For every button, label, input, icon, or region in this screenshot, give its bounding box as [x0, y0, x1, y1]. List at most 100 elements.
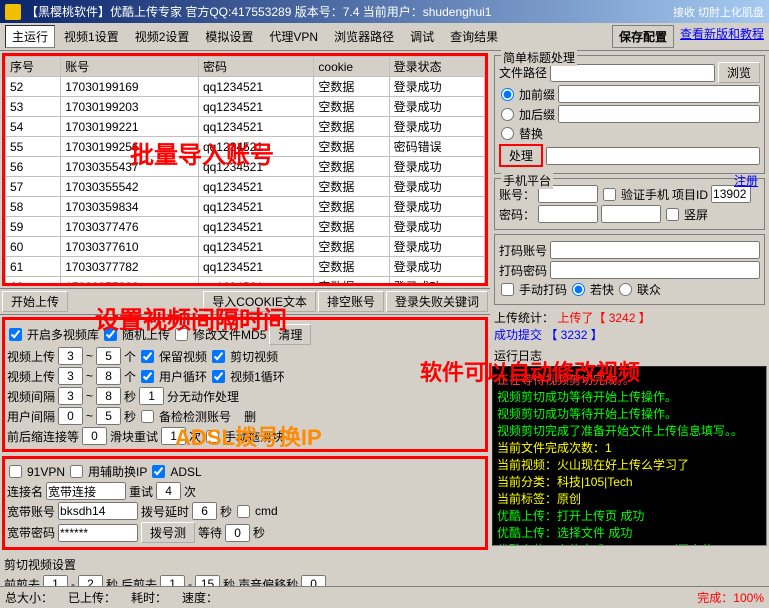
tab-debug[interactable]: 调试	[403, 25, 441, 48]
fw-input[interactable]	[82, 427, 107, 445]
ui1-input[interactable]	[58, 407, 83, 425]
bbacc-input[interactable]	[58, 502, 138, 520]
tab-browser[interactable]: 浏览器路径	[327, 25, 401, 48]
log-line: 视频剪切成功等待开始上传操作。	[497, 405, 762, 422]
v1loop-check[interactable]	[212, 370, 225, 383]
log-line: 当前分类：科技|105|Tech	[497, 473, 762, 490]
phone-pwd-input[interactable]	[538, 205, 598, 223]
dd-input[interactable]	[192, 502, 217, 520]
toolbar2: 开始上传 导入COOKIE文本 排空账号 登录失败关键词	[0, 288, 490, 315]
front-input[interactable]	[558, 85, 760, 103]
verify-check[interactable]	[603, 188, 616, 201]
wait-input[interactable]	[225, 524, 250, 542]
bbpwd-input[interactable]	[58, 524, 138, 542]
adsl-check[interactable]	[152, 465, 165, 478]
log-line: 优酷上传：上传完成 2.67 MB/s （已上传：37.08 MB/37.08 …	[497, 541, 762, 546]
process-input[interactable]	[546, 147, 760, 165]
clear-button[interactable]: 清理	[269, 324, 311, 345]
blank-account-button[interactable]: 排空账号	[318, 291, 384, 312]
cmd-check[interactable]	[237, 505, 250, 518]
dama-acc-input[interactable]	[550, 241, 760, 259]
v2-input[interactable]	[96, 347, 121, 365]
tab-sim[interactable]: 模拟设置	[198, 25, 260, 48]
log-line: 视频剪切完成了准备开始文件上传信息填写。。	[497, 422, 762, 439]
tab-query[interactable]: 查询结果	[443, 25, 505, 48]
backup-check[interactable]	[141, 410, 154, 423]
table-row[interactable]: 5517030199256qq1234521空数据密码错误	[6, 137, 485, 157]
table-row[interactable]: 5417030199221qq1234521空数据登录成功	[6, 117, 485, 137]
table-row[interactable]: 5217030199169qq1234521空数据登录成功	[6, 77, 485, 97]
table-row[interactable]: 5717030355542qq1234521空数据登录成功	[6, 177, 485, 197]
process-button[interactable]: 处理	[499, 144, 543, 167]
filepath-input[interactable]	[550, 64, 715, 82]
accounts-table-wrap[interactable]: 序号账号密码cookie登录状态 5217030199169qq1234521空…	[2, 53, 488, 286]
table-row[interactable]: 6217030377883qq1234521空数据登录成功	[6, 277, 485, 287]
table-row[interactable]: 6017030377610qq1234521空数据登录成功	[6, 237, 485, 257]
log-line: 视频剪切成功等待开始上传操作。	[497, 388, 762, 405]
keep-check[interactable]	[141, 350, 154, 363]
vpn91-check[interactable]	[9, 465, 22, 478]
titlebar: 【黑樱桃软件】优酷上传专家 官方QQ:417553289 版本号：7.4 当前用…	[0, 0, 769, 23]
tab-video2[interactable]: 视频2设置	[128, 25, 197, 48]
table-row[interactable]: 6117030377782qq1234521空数据登录成功	[6, 257, 485, 277]
vertical-check[interactable]	[666, 208, 679, 221]
md5-check[interactable]	[175, 328, 188, 341]
titlebar-extra: 接收 切肘上化肌盘	[673, 4, 764, 20]
conn-input[interactable]	[46, 482, 126, 500]
col-header[interactable]: 账号	[61, 57, 199, 77]
window-title: 【黑樱桃软件】优酷上传专家 官方QQ:417553289 版本号：7.4 当前用…	[26, 3, 491, 20]
manual-dama-check[interactable]	[501, 283, 514, 296]
dial-test-button[interactable]: 拨号测	[141, 522, 195, 543]
log-title: 运行日志	[494, 349, 542, 363]
register-link[interactable]: 注册	[734, 172, 758, 189]
dama-group: 打码账号 打码密码 手动打码 若快 联众	[494, 234, 765, 305]
col-header[interactable]: 登录状态	[389, 57, 484, 77]
dadama-radio[interactable]	[572, 283, 585, 296]
v1-input[interactable]	[58, 347, 83, 365]
back-input[interactable]	[558, 105, 760, 123]
multi-lib-check[interactable]	[9, 328, 22, 341]
log-line: 优酷上传：选择文件 成功	[497, 524, 762, 541]
app-icon	[5, 4, 21, 20]
table-row[interactable]: 5917030377476qq1234521空数据登录成功	[6, 217, 485, 237]
extra-input[interactable]	[601, 205, 661, 223]
noaction-input[interactable]	[139, 387, 164, 405]
userloop-check[interactable]	[141, 370, 154, 383]
save-config-button[interactable]: 保存配置	[612, 25, 674, 48]
table-row[interactable]: 5817030359834qq1234521空数据登录成功	[6, 197, 485, 217]
front-radio[interactable]	[501, 88, 514, 101]
view-new-link[interactable]: 查看新版和教程	[680, 25, 764, 48]
replace-radio[interactable]	[501, 127, 514, 140]
sr-input[interactable]	[161, 427, 186, 445]
vi2-input[interactable]	[96, 387, 121, 405]
retry-input[interactable]	[156, 482, 181, 500]
ui2-input[interactable]	[96, 407, 121, 425]
import-cookie-button[interactable]: 导入COOKIE文本	[203, 291, 316, 312]
start-upload-button[interactable]: 开始上传	[2, 291, 68, 312]
back-radio[interactable]	[501, 108, 514, 121]
phone-group: 手机平台 注册 账号： 验证手机 项目ID 密码： 竖屏	[494, 178, 765, 230]
col-header[interactable]: 序号	[6, 57, 61, 77]
tab-vpn[interactable]: 代理VPN	[262, 25, 325, 48]
tab-video1[interactable]: 视频1设置	[57, 25, 126, 48]
browse-button[interactable]: 浏览	[718, 62, 760, 83]
lianzhong-radio[interactable]	[619, 283, 632, 296]
v4-input[interactable]	[96, 367, 121, 385]
login-keyword-button[interactable]: 登录失败关键词	[386, 291, 488, 312]
col-header[interactable]: 密码	[198, 57, 313, 77]
table-row[interactable]: 5617030355437qq1234521空数据登录成功	[6, 157, 485, 177]
vi1-input[interactable]	[58, 387, 83, 405]
table-row[interactable]: 5317030199203qq1234521空数据登录成功	[6, 97, 485, 117]
v3-input[interactable]	[58, 367, 83, 385]
cut-check[interactable]	[212, 350, 225, 363]
manual-drag-check[interactable]	[206, 430, 219, 443]
upload-stats: 上传统计： 上传了【 3242 】 成功提交 【 3232 】	[492, 307, 767, 345]
menubar: 主运行 视频1设置 视频2设置 模拟设置 代理VPN 浏览器路径 调试 查询结果…	[0, 23, 769, 51]
col-header[interactable]: cookie	[314, 57, 389, 77]
simple-title-group: 简单标题处理 文件路径 浏览 加前缀 加后缀 替换 处理	[494, 55, 765, 174]
log-area[interactable]: 正在等待视频剪切完成。。视频剪切成功等待开始上传操作。视频剪切成功等待开始上传操…	[492, 366, 767, 546]
tab-main[interactable]: 主运行	[5, 25, 55, 48]
auxip-check[interactable]	[70, 465, 83, 478]
random-check[interactable]	[104, 328, 117, 341]
dama-pwd-input[interactable]	[550, 261, 760, 279]
